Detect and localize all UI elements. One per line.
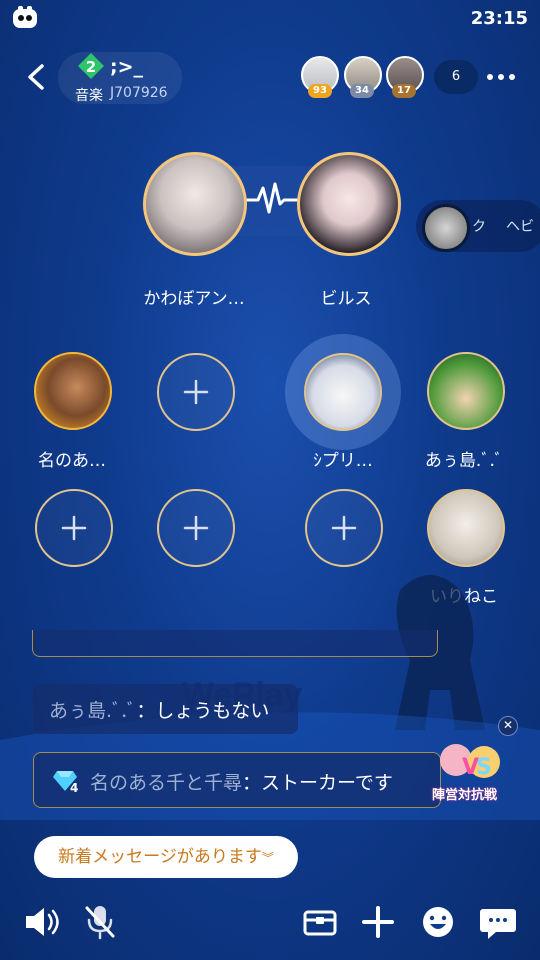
seat-name: 名のあ… <box>38 451 106 471</box>
chat-bubble-partial <box>32 630 438 657</box>
empty-seat[interactable] <box>157 489 235 567</box>
host-avatar[interactable] <box>143 152 247 256</box>
chat-username[interactable]: 名のある千と千尋 <box>90 772 242 794</box>
room-id: J707926 <box>110 85 168 101</box>
emoji-icon[interactable] <box>418 902 458 942</box>
svg-text:4: 4 <box>70 781 78 793</box>
online-count[interactable]: 6 <box>434 60 478 94</box>
empty-seat[interactable] <box>305 489 383 567</box>
chat-icon[interactable] <box>478 902 518 942</box>
chat-message: ストーカーです <box>261 772 393 794</box>
back-arrow-icon[interactable] <box>24 62 50 92</box>
app-icon <box>13 6 37 28</box>
room-category: 音楽 <box>75 88 103 104</box>
seat-avatar[interactable] <box>304 353 382 431</box>
svg-text:S: S <box>476 755 492 780</box>
chat-bubble: 4 名のある千と千尋：ストーカーです <box>33 752 441 808</box>
audience-level-badge: 93 <box>308 84 332 98</box>
chat-message: しょうもない <box>155 700 270 722</box>
seat-avatar[interactable] <box>34 352 112 430</box>
room-level-badge: 2 <box>78 53 104 79</box>
seat-name: あぅ島.ﾞ.ﾞ <box>424 451 504 471</box>
empty-seat[interactable] <box>157 353 235 431</box>
side-text: ヘビ <box>506 219 534 235</box>
new-message-label: 新着メッセージがあります <box>58 847 262 867</box>
plus-icon[interactable] <box>358 902 398 942</box>
more-options-icon[interactable] <box>486 70 516 84</box>
host-avatar[interactable] <box>297 152 401 256</box>
chat-username[interactable]: あぅ島.ﾞ.ﾞ <box>49 700 136 722</box>
plus-icon <box>183 379 209 405</box>
svg-text:2: 2 <box>86 58 96 76</box>
seat-avatar[interactable] <box>427 352 505 430</box>
side-text: ク <box>472 219 486 235</box>
diamond-level-icon: 4 <box>53 771 78 793</box>
audience-level-badge: 17 <box>392 84 416 98</box>
host-name: かわぼアン… <box>143 289 245 309</box>
plus-icon <box>61 515 87 541</box>
chat-bubble: あぅ島.ﾞ.ﾞ：しょうもない <box>33 684 298 734</box>
seat-avatar[interactable] <box>427 489 505 567</box>
plus-icon <box>331 515 357 541</box>
status-time: 23:15 <box>470 8 528 29</box>
mic-muted-icon[interactable] <box>80 902 120 942</box>
audience-level-badge: 34 <box>350 84 374 98</box>
seat-name: ｼプリ… <box>313 451 373 471</box>
side-avatar[interactable] <box>422 204 470 252</box>
new-message-button[interactable]: 新着メッセージがあります︾ <box>34 836 298 878</box>
heartbeat-icon <box>244 182 300 214</box>
plus-icon <box>183 515 209 541</box>
speaker-icon[interactable] <box>22 902 62 942</box>
event-label[interactable]: 陣営対抗戦 <box>432 784 497 803</box>
host-name: ビルス <box>320 289 372 309</box>
gift-box-icon[interactable] <box>300 902 340 942</box>
room-name: ;>_ <box>110 56 144 78</box>
empty-seat[interactable] <box>35 489 113 567</box>
